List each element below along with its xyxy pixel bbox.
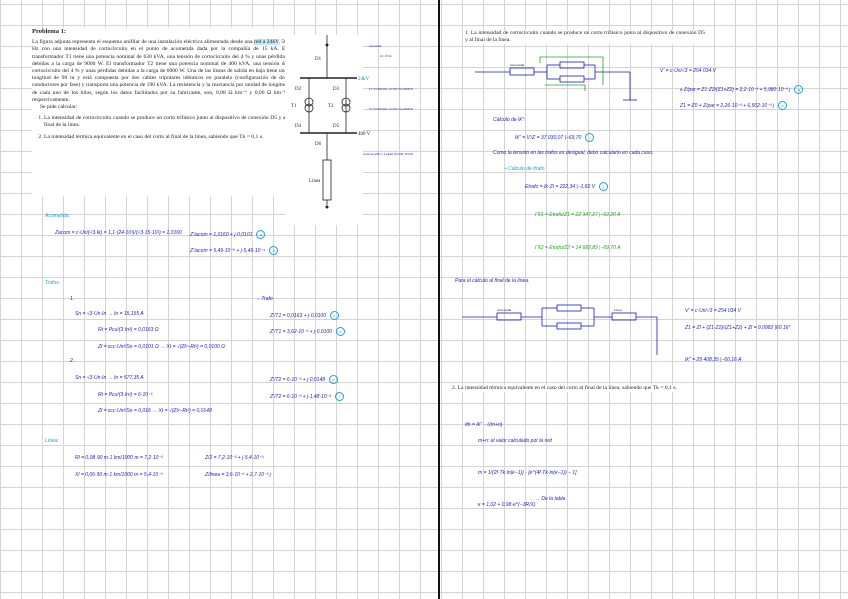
circuit-diagram-d5: Acometida bbox=[475, 56, 637, 101]
highlight-text: red a 24kV bbox=[254, 39, 279, 46]
section-trafos: Trafos: bbox=[45, 280, 61, 286]
d1-label: D1 bbox=[315, 57, 322, 62]
problem-text-cont: , 50 Hz con una intensidad de cortocircu… bbox=[32, 39, 288, 103]
acometida-label: Acometida bbox=[497, 308, 512, 312]
formula: Z'/T2 = 6·10⁻³ + j·0,0148 e bbox=[270, 375, 339, 384]
formula: Z'/T1 = 3,62·10⁻³ + j·0,0100 d bbox=[270, 327, 345, 336]
formula: Z/2 = 7,2·10⁻³ + j·5,4·10⁻³ bbox=[205, 455, 264, 461]
d2-label: D2 bbox=[295, 87, 302, 92]
formula: Z'/T1 = 0,0163 + j·0,0100 c bbox=[270, 311, 339, 320]
formula: Ik'' = 29 408,35 |−60,16 A bbox=[685, 357, 742, 363]
heading: • Cálculo de Itrafo bbox=[505, 166, 545, 172]
circuit-diagram-line: Acometida Línea bbox=[462, 304, 658, 355]
ask-text: Se pide calcular: bbox=[40, 104, 78, 111]
section-linea: Línea: bbox=[45, 438, 59, 444]
formula: Rt = Pcu/(3·In²) = 6·10⁻³ bbox=[98, 392, 153, 398]
problem-text: La figura adjunta representa el esquema … bbox=[32, 39, 255, 46]
single-line-diagram: D1 D2 D3 T1 T2 D4 D5 D6 24kV 400 V Línea… bbox=[285, 35, 414, 225]
bus-hv-label: 24kV bbox=[358, 77, 370, 82]
t2-label: T2 bbox=[328, 104, 334, 109]
diagram-note: Línea: long=90 m, 2 cables, Rl=0,08, Xl=… bbox=[363, 152, 414, 156]
diagram-note: Ik = 15 kA bbox=[380, 54, 392, 58]
formula: ▸ Z/par = Z1·Z2/(Z1+Z2) = 2,2·10⁻³ + 5,9… bbox=[680, 85, 804, 94]
formula: V' = c·Un/√3 = 254 034 V bbox=[685, 308, 741, 314]
formula: Rl = 0,08·90 m·1 km/1000 m = 7,2·10⁻³ bbox=[75, 455, 163, 461]
formula: Z1 = Z0 + Z/par = 2,26·10⁻³ + 6,502·10⁻³… bbox=[680, 101, 787, 110]
formula: Zt = εcc·Un²/Sn = 0,0101 Ω → Xt = √(Zt²−… bbox=[98, 344, 225, 350]
page-divider bbox=[438, 0, 440, 599]
question-1: La intensidad de cortocircuito cuando se… bbox=[44, 115, 287, 129]
formula: Etrafo = Ik·Zt = 222,34 |−1,82 Vj bbox=[525, 182, 609, 191]
formula: I''k1 = Etrafo/Z1 = 22 347,27 |−69,20 A bbox=[535, 212, 621, 218]
formula: m = 1/(2f·Tk·ln(κ−1)) · [e^(4f·Tk·ln(κ−1… bbox=[478, 470, 577, 476]
formula: Z1 = Zl + (Z1·Z2)/(Z1+Z2) + Zl = 0,0082 … bbox=[685, 325, 791, 331]
linea-label: Línea bbox=[614, 308, 622, 312]
question-2: La intensidad térmica equivalente en el … bbox=[44, 134, 287, 141]
line-label: Línea bbox=[309, 179, 321, 184]
problem-statement: Problema 1: La figura adjunta representa… bbox=[32, 28, 287, 196]
diagram-note: Acometida bbox=[369, 44, 382, 48]
formula: κ = 1,02 + 0,98·e^(−3R/X) bbox=[478, 502, 536, 508]
formula: I''k2 = Etrafo/Z2 = 14 682,89 |−69,70 A bbox=[535, 245, 621, 251]
acometida-label: Acometida bbox=[510, 63, 525, 67]
formula: Sn = √3·Un·In → In = 577,35 A bbox=[75, 375, 144, 381]
question-2-repeat: 2. La intensidad térmica equivalente en … bbox=[452, 385, 692, 393]
comment: Como la tensión en las trafos es desigua… bbox=[493, 150, 654, 156]
formula: Z/linea = 3,6·10⁻³ + 2,7·10⁻³ j bbox=[205, 472, 271, 478]
bus-lv-label: 400 V bbox=[358, 132, 371, 137]
problem-title: Problema 1: bbox=[32, 28, 66, 35]
d5-label: D5 bbox=[333, 124, 340, 129]
heading: Cálculo de Ik'': bbox=[493, 117, 526, 123]
d6-label: D6 bbox=[315, 142, 322, 147]
formula: V' = c·Un/√3 = 254 034 V bbox=[660, 68, 716, 74]
formula: Z'/acom = 5,49·10⁻⁵ + j·5,46·10⁻⁴ b bbox=[190, 246, 279, 255]
formula: Zacom = c·Un/(√3·Ik) = 1,1·(24·10³)/(√3·… bbox=[55, 230, 182, 236]
heading: Para el cálculo al final de la línea. bbox=[455, 278, 530, 284]
comment: m+n: el valor calculado por la red bbox=[478, 438, 552, 444]
t1-label: T1 bbox=[291, 104, 297, 109]
formula: Z'/T2 = 6·10⁻³ + j·1,48·10⁻² f bbox=[270, 392, 344, 401]
formula: Sn = √3·Un·In → In = 15,155 A bbox=[75, 311, 144, 317]
formula: Zt = εcc·Un²/Sn = 0,016 → Xt = √(Zt²−Rt²… bbox=[98, 408, 212, 414]
d4-label: D4 bbox=[295, 124, 302, 129]
formula: Ik'' = V'/Z = 37 030,07 |−69,70 i bbox=[515, 133, 595, 142]
section-acometida: Acometida: bbox=[45, 213, 71, 219]
formula: Rt = Pcu/(3·In²) = 0,0163 Ω bbox=[98, 327, 159, 333]
trafo-1-label: 1. bbox=[70, 296, 75, 302]
diagram-note: T1: Sn=630 kVA, εcc=4%, Pcu=9000 W bbox=[369, 87, 414, 91]
d3-label: D3 bbox=[333, 87, 340, 92]
diagram-note: T2: Sn=400 kVA, εcc=4%, Pcu=6000 W bbox=[369, 107, 414, 111]
comment: → De la tabla bbox=[535, 496, 566, 502]
question-1-repeat: 1. La intensidad de cortocircuito cuando… bbox=[465, 30, 705, 45]
trafo-label: → Trafo bbox=[255, 296, 273, 302]
trafo-2-label: 2. bbox=[70, 358, 75, 364]
formula: Ith = Ik'' · √(m+n) bbox=[465, 422, 503, 428]
formula: Z'/acom = 1,0160 + j·0,0101 a bbox=[190, 230, 266, 239]
formula: Xl = 0,06·90 m·1 km/1000 m = 5,4·10⁻³ bbox=[75, 472, 163, 478]
